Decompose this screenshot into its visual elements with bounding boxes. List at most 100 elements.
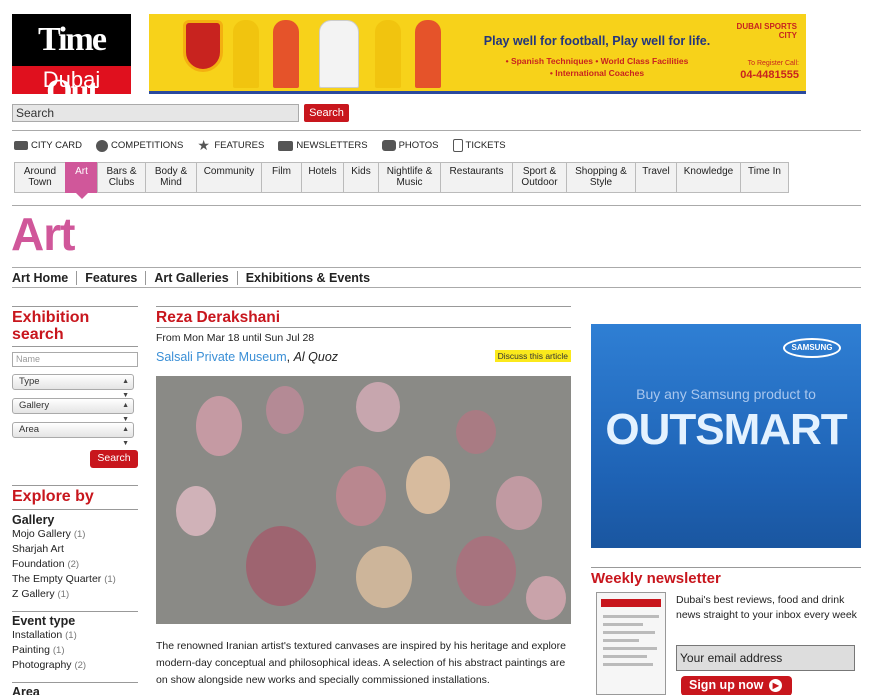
util-label: COMPETITIONS [111,140,184,151]
camera-icon [381,140,396,151]
artwork-shape [176,486,216,536]
select-value: Area [19,424,40,435]
player-figure [375,20,401,88]
gallery-link[interactable]: Mojo Gallery (1) [12,527,138,542]
gallery-link[interactable]: Foundation (2) [12,557,138,572]
divider [12,346,138,347]
preview-line [603,623,643,626]
link-text: Installation [12,629,63,641]
trophy-icon [96,139,109,152]
tab-sport-outdoor[interactable]: Sport & Outdoor [512,162,566,193]
select-value: Type [19,376,40,387]
gallery-link[interactable]: The Empty Quarter (1) [12,572,138,587]
event-type-link[interactable]: Painting (1) [12,643,138,658]
divider [12,682,138,683]
banner-bullets: • Spanish Techniques • World Class Facil… [467,55,727,79]
newsletter-description: Dubai's best reviews, food and drink new… [676,594,857,621]
tab-community[interactable]: Community [196,162,261,193]
util-city-card[interactable]: CITY CARD [14,139,82,152]
tab-label: Kids [351,166,371,177]
count: (2) [67,559,80,570]
tab-travel[interactable]: Travel [635,162,676,193]
explore-heading: Explore by [12,488,94,505]
util-label: CITY CARD [31,140,83,151]
venue-area: Al Quoz [293,350,339,364]
discuss-article-button[interactable]: Discuss this article [494,350,571,362]
artwork-shape [336,466,386,526]
event-type-link[interactable]: Photography (2) [12,658,138,673]
tab-nightlife-music[interactable]: Nightlife & Music [378,162,440,193]
event-type-link[interactable]: Installation (1) [12,628,138,643]
area-heading: Area [12,685,40,695]
left-sidebar: Exhibition search Name Type ▲ ▼ Gallery ▲ ▼ … [12,306,138,695]
preview-line [603,631,655,634]
link-text: Z Gallery [12,588,55,600]
link-text: Photography [12,659,72,671]
util-features[interactable]: ★ FEATURES [197,137,265,153]
count: (1) [65,630,77,641]
subnav-exhibitions-events[interactable]: Exhibitions & Events [238,271,378,285]
gallery-link[interactable]: Sharjah Art [12,542,138,557]
tab-bars-clubs[interactable]: Bars & Clubs [97,162,145,193]
star-icon: ★ [197,137,210,153]
utility-nav: CITY CARD COMPETITIONS ★ FEATURES NEWSLE… [14,137,520,153]
timeout-dubai-logo[interactable]: Time Out Dubai [12,14,131,110]
util-newsletters[interactable]: NEWSLETTERS [278,139,368,152]
exhibition-search-button[interactable]: Search [90,450,138,468]
util-photos[interactable]: PHOTOS [381,139,439,152]
newsletter-preview-image [596,592,666,695]
envelope-icon [278,140,294,151]
tab-restaurants[interactable]: Restaurants [440,162,512,193]
gallery-select[interactable]: Gallery ▲ ▼ [12,398,134,423]
signup-button[interactable]: Sign up now ▶ [681,676,792,695]
util-competitions[interactable]: COMPETITIONS [96,139,183,152]
tab-time-in[interactable]: Time In [740,162,789,193]
venue-link[interactable]: Salsali Private Museum [156,350,287,364]
samsung-logo: SAMSUNG [783,338,841,358]
site-search-input[interactable]: Search [12,104,299,122]
tab-shopping-style[interactable]: Shopping & Style [566,162,635,193]
area-select[interactable]: Area ▲ ▼ [12,422,134,447]
tab-label: Bars & [106,166,137,177]
link-text: Painting [12,644,50,656]
tab-knowledge[interactable]: Knowledge [676,162,740,193]
tab-art[interactable]: Art [65,162,97,199]
tab-label: Sport & [522,166,557,177]
subnav-features[interactable]: Features [77,270,147,285]
artwork-shape [246,526,316,606]
subnav-art-galleries[interactable]: Art Galleries [146,270,238,285]
site-search-button[interactable]: Search [304,104,349,122]
type-select[interactable]: Type ▲ ▼ [12,374,134,399]
ticket-icon [452,139,463,152]
artwork-shape [356,546,412,608]
tab-hotels[interactable]: Hotels [301,162,343,193]
logo-city: Dubai [12,66,131,94]
email-field[interactable]: Your email address [676,645,855,671]
tab-label: Clubs [108,177,135,188]
samsung-ad[interactable]: SAMSUNG Buy any Samsung product to OUTSM… [591,324,861,548]
artwork-shape [496,476,542,530]
page-title: Art [11,208,75,260]
util-label: FEATURES [214,140,265,151]
ad-line: Buy any Samsung product to [636,386,816,402]
name-field[interactable]: Name [12,352,138,367]
tab-label: Outdoor [521,177,558,188]
tab-label: Shopping & [575,166,627,177]
gallery-heading: Gallery [12,513,55,527]
artwork-image [156,376,571,624]
artwork-shape [196,396,242,456]
signup-label: Sign up now [689,678,764,692]
tab-film[interactable]: Film [261,162,301,193]
tab-body-mind[interactable]: Body & Mind [145,162,196,193]
tab-label: Knowledge [683,166,734,177]
tab-label: Community [203,166,255,177]
tab-around-town[interactable]: Around Town [14,162,65,193]
gallery-link[interactable]: Z Gallery (1) [12,587,138,602]
preview-line [603,615,659,618]
util-tickets[interactable]: TICKETS [452,139,506,152]
top-banner-ad[interactable]: Play well for football, Play well for li… [149,14,806,94]
subnav-art-home[interactable]: Art Home [12,270,78,285]
tab-kids[interactable]: Kids [343,162,378,193]
dubai-sports-city-logo: DUBAI SPORTS CITY [736,22,797,40]
artwork-shape [526,576,566,620]
